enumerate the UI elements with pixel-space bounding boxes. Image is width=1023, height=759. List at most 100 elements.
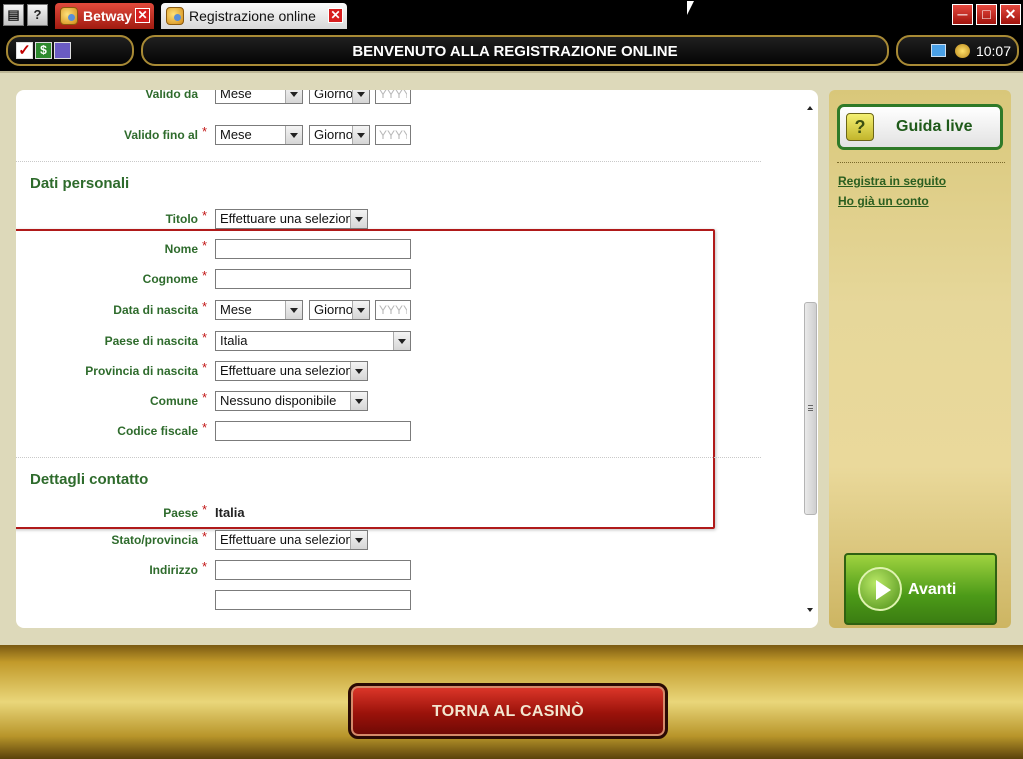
guida-live-label: Guida live (896, 118, 973, 135)
chevron-down-icon (285, 301, 302, 319)
scroll-down-arrow-icon[interactable] (807, 608, 813, 612)
row-comune: Comune * Nessuno disponibile (16, 390, 436, 413)
card-icon[interactable] (54, 42, 71, 59)
tab-registrazione-online[interactable]: Registrazione online ✕ (161, 3, 347, 29)
row-provincia-di-nascita: Provincia di nascita * Effettuare una se… (16, 360, 436, 383)
close-tab-icon[interactable]: ✕ (328, 8, 343, 23)
row-indirizzo: Indirizzo * (16, 559, 436, 582)
clock: 10:07 (975, 43, 1011, 59)
mouse-cursor-icon (687, 1, 694, 15)
nascita-year-input[interactable] (375, 300, 411, 320)
tab-label: Registrazione online (189, 8, 316, 24)
chevron-down-icon (350, 392, 367, 410)
indirizzo-input[interactable] (215, 560, 411, 580)
tab-label: Betway (83, 8, 133, 24)
required-mark: * (202, 420, 208, 435)
valido-fino-al-month-select[interactable]: Mese (215, 125, 303, 145)
avanti-button[interactable]: Avanti (844, 553, 997, 625)
chevron-down-icon (352, 126, 369, 144)
required-mark: * (202, 529, 208, 544)
chevron-down-icon (393, 332, 410, 350)
required-mark: * (202, 390, 208, 405)
play-arrow-icon (858, 567, 902, 611)
checklist-icon[interactable]: ✓ (16, 42, 33, 59)
footer-bar: TORNA AL CASINÒ (0, 645, 1023, 759)
label-comune: Comune (150, 394, 198, 408)
divider (837, 162, 1005, 163)
chevron-down-icon (350, 531, 367, 549)
required-mark: * (202, 268, 208, 283)
valido-da-month-select[interactable]: Mese (215, 90, 303, 104)
registra-in-seguito-link[interactable]: Registra in seguito (838, 174, 946, 188)
header-title-panel: BENVENUTO ALLA REGISTRAZIONE ONLINE (141, 35, 889, 66)
comune-select[interactable]: Nessuno disponibile (215, 391, 368, 411)
chevron-down-icon (285, 90, 302, 103)
coins-icon (955, 44, 970, 58)
scrollbar[interactable] (803, 98, 818, 620)
header-status-panel: 10:07 (896, 35, 1019, 66)
valido-fino-al-day-select[interactable]: Giorno (309, 125, 370, 145)
side-panel: ? Guida live Registra in seguito Ho già … (829, 90, 1011, 628)
required-mark: * (202, 124, 208, 139)
ho-gia-un-conto-link[interactable]: Ho già un conto (838, 194, 929, 208)
row-data-di-nascita: Data di nascita * Mese Giorno (16, 299, 436, 322)
menu-icon[interactable]: ▤ (3, 4, 24, 26)
row-paese-di-nascita: Paese di nascita * Italia (16, 330, 436, 353)
row-indirizzo-2 (16, 590, 436, 612)
provincia-di-nascita-select[interactable]: Effettuare una selezione (215, 361, 368, 381)
row-valido-da: Valido da Mese Giorno (16, 90, 436, 106)
label-nome: Nome (164, 242, 198, 256)
header-left-toolbar: ✓ $ (6, 35, 134, 66)
titolo-select[interactable]: Effettuare una selezione (215, 209, 368, 229)
label-valido-fino-al: Valido fino al (123, 128, 198, 142)
chevron-down-icon (352, 90, 369, 103)
nascita-month-select[interactable]: Mese (215, 300, 303, 320)
paese-value: Italia (215, 505, 245, 520)
stato-provincia-select[interactable]: Effettuare una selezione (215, 530, 368, 550)
maximize-icon[interactable]: □ (976, 4, 997, 25)
scroll-up-arrow-icon[interactable] (807, 106, 813, 110)
row-codice-fiscale: Codice fiscale * (16, 420, 436, 443)
cognome-input[interactable] (215, 269, 411, 289)
betway-favicon-icon (60, 7, 78, 25)
row-stato-provincia: Stato/provincia * Effettuare una selezio… (16, 529, 436, 552)
label-paese: Paese (163, 506, 198, 520)
avanti-label: Avanti (908, 581, 957, 598)
help-icon[interactable]: ? (27, 4, 48, 26)
paese-di-nascita-select[interactable]: Italia (215, 331, 411, 351)
required-mark: * (202, 208, 208, 223)
close-tab-icon[interactable]: ✕ (135, 8, 150, 23)
nascita-day-select[interactable]: Giorno (309, 300, 370, 320)
label-titolo: Titolo (165, 212, 198, 226)
label-indirizzo: Indirizzo (149, 563, 198, 577)
network-icon (931, 44, 946, 57)
guida-live-button[interactable]: ? Guida live (837, 104, 1003, 150)
valido-da-day-select[interactable]: Giorno (309, 90, 370, 104)
label-data-di-nascita: Data di nascita (113, 303, 198, 317)
divider (16, 457, 761, 458)
tab-strip: ▤ ? Betway ✕ Registrazione online ✕ ─ □ … (0, 0, 1023, 31)
scroll-thumb[interactable] (804, 302, 817, 515)
label-paese-di-nascita: Paese di nascita (104, 334, 198, 348)
codice-fiscale-input[interactable] (215, 421, 411, 441)
chevron-down-icon (285, 126, 302, 144)
minimize-icon[interactable]: ─ (952, 4, 973, 25)
required-mark: * (202, 238, 208, 253)
page-title: BENVENUTO ALLA REGISTRAZIONE ONLINE (352, 43, 678, 60)
cash-icon[interactable]: $ (35, 42, 52, 59)
row-cognome: Cognome * (16, 268, 436, 291)
close-icon[interactable]: ✕ (1000, 4, 1021, 25)
torna-al-casino-button[interactable]: TORNA AL CASINÒ (348, 683, 668, 739)
question-icon: ? (846, 113, 874, 141)
chevron-down-icon (350, 210, 367, 228)
torna-al-casino-label: TORNA AL CASINÒ (431, 703, 585, 720)
chevron-down-icon (352, 301, 369, 319)
required-mark: * (202, 360, 208, 375)
tab-betway[interactable]: Betway ✕ (55, 3, 154, 29)
valido-fino-al-year-input[interactable] (375, 125, 411, 145)
header-bar: ✓ $ BENVENUTO ALLA REGISTRAZIONE ONLINE … (0, 31, 1023, 71)
label-provincia-di-nascita: Provincia di nascita (85, 364, 198, 378)
nome-input[interactable] (215, 239, 411, 259)
valido-da-year-input[interactable] (375, 90, 411, 104)
indirizzo-line2-input[interactable] (215, 590, 411, 610)
